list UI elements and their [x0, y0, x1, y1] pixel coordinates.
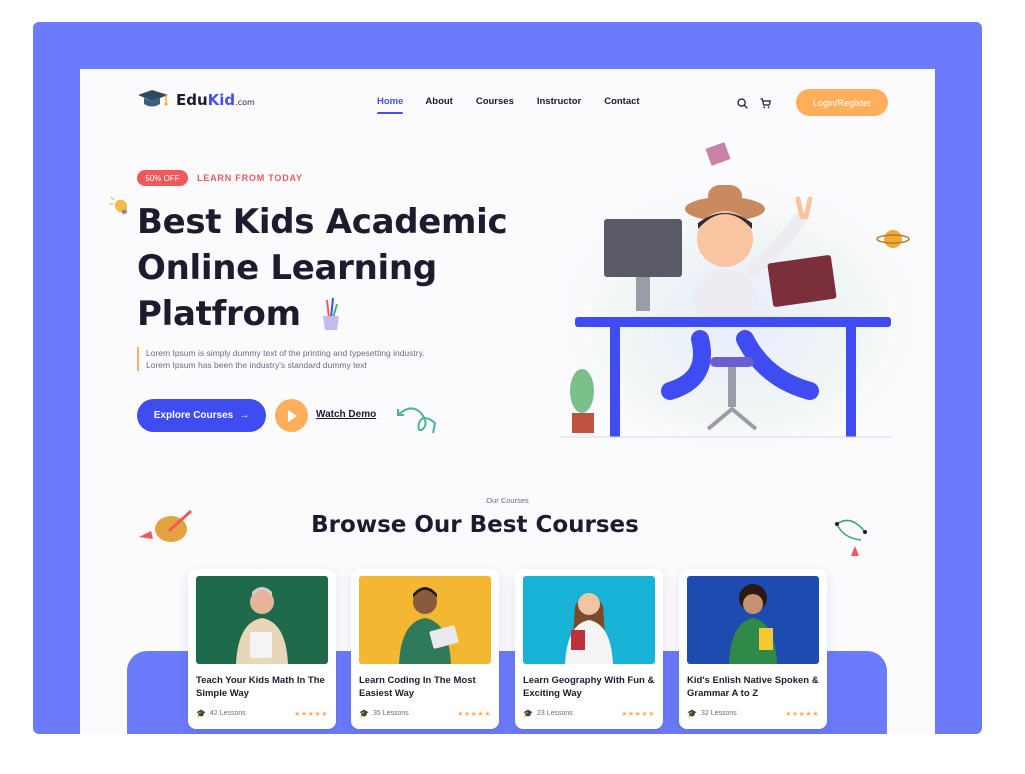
rating-stars: ★★★★★ [621, 710, 655, 718]
nav-instructor[interactable]: Instructor [537, 96, 581, 107]
course-card[interactable]: Learn Geography With Fun & Exciting Way … [515, 569, 663, 729]
hero-description: Lorem Ipsum is simply dummy text of the … [137, 347, 497, 371]
course-title: Kid's Enlish Native Spoken & Grammar A t… [687, 675, 819, 699]
graduation-cap-icon: 🎓 [359, 709, 369, 718]
header-icons [737, 96, 772, 114]
search-icon[interactable] [737, 96, 748, 114]
course-title: Teach Your Kids Math In The Simple Way [196, 675, 325, 699]
rating-stars: ★★★★★ [294, 710, 328, 718]
landing-page: EduKid.com Home About Courses Instructor… [80, 69, 935, 734]
watch-demo-link[interactable]: Watch Demo [316, 409, 376, 420]
arrow-right-icon: → [239, 410, 250, 421]
logo[interactable]: EduKid.com [136, 89, 255, 111]
badge-subtitle: LEARN FROM TODAY [197, 173, 303, 183]
cart-icon[interactable] [760, 96, 772, 114]
nav-contact[interactable]: Contact [604, 96, 639, 107]
course-image-geography [523, 576, 655, 664]
graduation-cap-icon [138, 90, 168, 107]
graduation-cap-icon: 🎓 [196, 709, 206, 718]
course-title: Learn Coding In The Most Easiest Way [359, 675, 476, 699]
course-card[interactable]: Learn Coding In The Most Easiest Way 🎓 35… [351, 569, 499, 729]
graduation-cap-icon: 🎓 [687, 709, 697, 718]
course-image-english [687, 576, 819, 664]
discount-badge: 50% OFF [137, 170, 188, 186]
course-meta: 🎓 35 Lessons ★★★★★ [359, 709, 491, 718]
course-card[interactable]: Teach Your Kids Math In The Simple Way 🎓… [188, 569, 336, 729]
main-nav: Home About Courses Instructor Contact [377, 96, 640, 114]
lightbulb-icon [109, 196, 128, 215]
course-image-coding [359, 576, 491, 664]
nav-home[interactable]: Home [377, 96, 404, 114]
rating-stars: ★★★★★ [785, 710, 819, 718]
curly-arrow-icon [397, 407, 437, 434]
course-meta: 🎓 42 Lessons ★★★★★ [196, 709, 328, 718]
nav-courses[interactable]: Courses [476, 96, 514, 107]
rating-stars: ★★★★★ [457, 710, 491, 718]
courses-title: Browse Our Best Courses [311, 512, 639, 538]
vector-pen-icon [835, 519, 867, 556]
hero-title: Best Kids Academic Online Learning Platf… [137, 202, 508, 334]
paint-palette-icon [139, 509, 193, 542]
course-image-math [196, 576, 328, 664]
course-card[interactable]: Kid's Enlish Native Spoken & Grammar A t… [679, 569, 827, 729]
courses-subtitle: Our Courses [486, 496, 529, 505]
explore-courses-button[interactable]: Explore Courses → [137, 399, 266, 432]
play-icon [287, 409, 297, 422]
hero-illustration [560, 142, 920, 449]
screenshot-frame: EduKid.com Home About Courses Instructor… [33, 22, 982, 734]
brand-name: EduKid.com [176, 91, 255, 109]
login-register-button[interactable]: Login/Register [796, 89, 888, 116]
pencil-cup-icon [322, 297, 339, 330]
course-title: Learn Geography With Fun & Exciting Way [523, 675, 655, 699]
play-button[interactable] [275, 399, 308, 432]
course-meta: 🎓 23 Lessons ★★★★★ [523, 709, 655, 718]
course-meta: 🎓 32 Lessons ★★★★★ [687, 709, 819, 718]
nav-about[interactable]: About [425, 96, 452, 107]
graduation-cap-icon: 🎓 [523, 709, 533, 718]
